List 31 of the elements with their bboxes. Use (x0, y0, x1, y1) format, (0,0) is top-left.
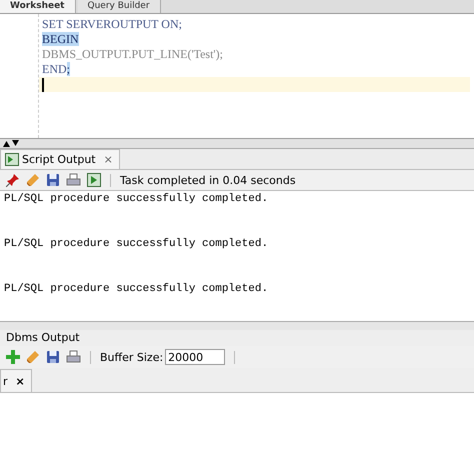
connection-tab[interactable]: r × (0, 369, 32, 392)
output-line: PL/SQL procedure successfully completed. (3, 237, 270, 252)
editor-tab[interactable]: Worksheet (0, 0, 76, 13)
run-script-icon[interactable] (87, 173, 101, 187)
print-icon[interactable] (66, 173, 81, 187)
save-icon[interactable] (46, 173, 60, 187)
output-line: PL/SQL procedure successfully completed. (3, 282, 270, 297)
script-icon (5, 153, 19, 166)
pin-icon[interactable] (6, 173, 20, 187)
add-icon[interactable] (6, 350, 20, 364)
text-caret (42, 78, 44, 92)
buffer-size-field[interactable]: 20000 (165, 349, 226, 365)
print-icon[interactable] (66, 350, 81, 364)
eraser-icon[interactable] (26, 350, 40, 364)
panel-title: Dbms Output (6, 331, 80, 344)
code-line: DBMS_OUTPUT.PUT_LINE('Test'); (42, 47, 223, 61)
tab-label: r (3, 374, 8, 388)
collapse-arrows-icon[interactable] (3, 140, 19, 147)
code-line: SET SERVEROUTPUT ON; (42, 17, 182, 31)
buffer-size-label: Buffer Size: (100, 350, 164, 364)
code-editor[interactable]: SET SERVEROUTPUT ON; BEGIN DBMS_OUTPUT.PUT_LINE('Test'); END; (0, 14, 474, 139)
code-line: END; (42, 62, 70, 76)
script-output-tab[interactable]: Script Output × (0, 149, 120, 169)
close-icon[interactable]: × (104, 153, 113, 166)
tab-label: Script Output (22, 153, 96, 166)
eraser-icon[interactable] (26, 173, 40, 187)
editor-tab[interactable]: Query Builder (78, 0, 161, 13)
status-text: Task completed in 0.04 seconds (120, 174, 296, 186)
close-icon[interactable]: × (16, 374, 25, 388)
output-line: PL/SQL procedure successfully completed. (3, 192, 270, 207)
save-icon[interactable] (46, 350, 60, 364)
